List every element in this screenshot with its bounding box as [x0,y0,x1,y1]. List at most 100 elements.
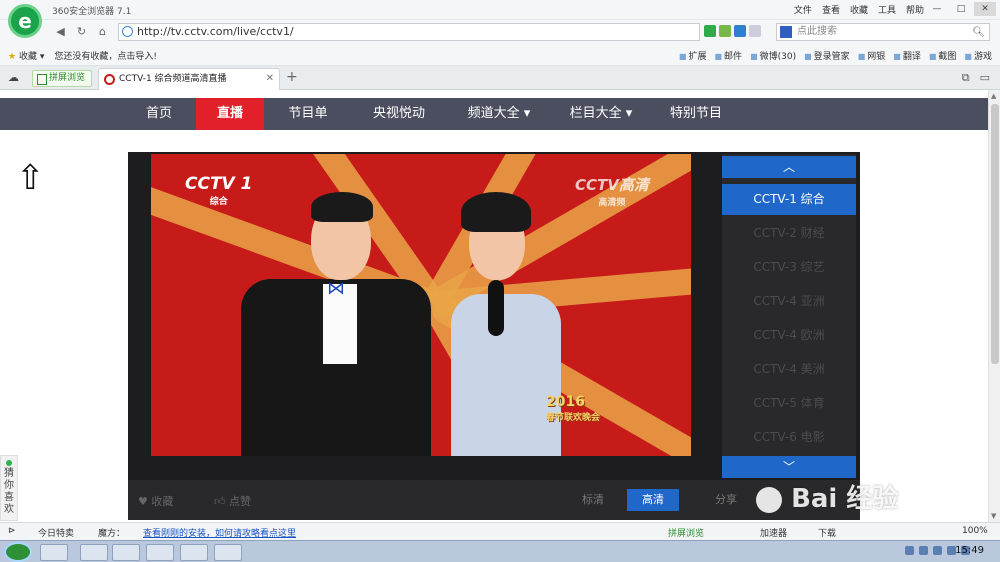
search-engine-icon[interactable] [780,26,792,38]
home-icon[interactable]: ⌂ [94,23,111,40]
nav-channels[interactable]: 频道大全 ▾ [462,98,536,130]
split-screen-button[interactable]: 拼屏浏览 [32,70,92,87]
dropdown-icon[interactable] [749,25,761,37]
nav-yuedong[interactable]: 央视悦动 [366,98,432,130]
tab-cctv1[interactable]: CCTV-1 综合频道高清直播 ✕ [98,68,280,90]
close-tab-icon[interactable]: ✕ [266,69,274,89]
back-icon[interactable]: ◀ [52,23,69,40]
taskbar-app-icon[interactable] [40,544,68,561]
favorite-button[interactable]: ♥ 收藏 [138,493,173,509]
import-bookmarks-hint[interactable]: 您还没有收藏，点击导入! [54,49,157,62]
share-button[interactable]: 分享 [702,489,750,511]
translate-button[interactable]: 翻译 [893,49,921,62]
bookmarks-right: 扩展 邮件 微博(30) 登录管家 网银 翻译 截图 游戏 [679,49,992,62]
cube-link[interactable]: 查看刚刚的安装，如何请攻略看点这里 [143,526,296,539]
like-button[interactable]: 👍︎ 点赞 [214,493,251,509]
scroll-thumb[interactable] [991,104,999,364]
nav-home[interactable]: 首页 [136,98,182,130]
screenshot-button[interactable]: 截图 [929,49,956,62]
online-dot-icon [6,460,12,466]
taskbar-app-icon[interactable] [214,544,242,561]
daily-deals-link[interactable]: 今日特卖 [38,526,74,539]
download-button[interactable]: 下载 [818,526,836,539]
nav-columns[interactable]: 栏目大全 ▾ [564,98,638,130]
start-button[interactable] [4,542,32,562]
cloud-icon[interactable]: ☁ [8,71,19,84]
new-tab-icon[interactable]: + [286,69,298,85]
menu-view[interactable]: 查看 [822,3,840,16]
channel-scroll-down-button[interactable]: ﹀ [722,456,856,478]
tab-title: CCTV-1 综合频道高清直播 [119,74,227,84]
restore-tabs-icon[interactable]: ⧉ [962,71,970,85]
browser-logo-icon[interactable]: e [8,4,42,38]
taskbar-app-icon[interactable] [146,544,174,561]
url-input[interactable]: http://tv.cctv.com/live/cctv1/ [118,23,700,41]
tab-bar: ☁ 拼屏浏览 CCTV-1 综合频道高清直播 ✕ + ⧉ ▭ [0,66,1000,90]
tab-bar-right: ⧉ ▭ [962,71,990,85]
refresh-icon[interactable]: ↻ [73,23,90,40]
weibo-button[interactable]: 微博(30) [750,49,796,62]
accelerator-button[interactable]: 加速器 [760,526,787,539]
nav-specials[interactable]: 特别节目 [664,98,728,130]
baidu-jingyan-watermark: Bai 经验 [756,478,898,515]
title-menu: 文件 查看 收藏 工具 帮助 [794,3,924,16]
nav-live[interactable]: 直播 [196,98,264,130]
nav-schedule[interactable]: 节目单 [282,98,334,130]
extensions-button[interactable]: 扩展 [679,49,706,62]
search-input[interactable]: 点此搜索 🔍︎ [776,23,990,41]
channel-item[interactable]: CCTV-6 电影 [722,422,856,453]
taskbar-app-icon[interactable] [80,544,108,561]
menu-favorites[interactable]: 收藏 [850,3,868,16]
video-frame[interactable]: CCTV 1 综合 CCTV高清 高清频 ⋈ 2016 春节联欢晚会 [151,154,691,456]
channel-item[interactable]: CCTV-3 综艺 [722,252,856,283]
scroll-down-icon[interactable]: ▼ [991,512,996,520]
mail-button[interactable]: 邮件 [714,49,742,62]
maximize-icon[interactable]: □ [950,2,972,16]
taskbar-clock[interactable]: 15:49 [955,545,984,556]
bookmarks-left: ★ 收藏 ▾ 您还没有收藏，点击导入! [8,49,157,62]
search-icon[interactable]: 🔍︎ [972,25,985,41]
close-window-icon[interactable]: ✕ [974,2,996,16]
heart-icon: ♥ [138,495,148,508]
toggle-sidebar-icon[interactable]: ⊳ [8,526,16,536]
channel-item[interactable]: CCTV-2 财经 [722,218,856,249]
login-manager-button[interactable]: 登录管家 [804,49,850,62]
tray-icon[interactable] [905,546,914,555]
taskbar-app-icon[interactable] [180,544,208,561]
url-text: http://tv.cctv.com/live/cctv1/ [137,25,294,38]
channel-item[interactable]: CCTV-5 体育 [722,388,856,419]
ie-mode-icon[interactable] [734,25,746,37]
quality-hd-button[interactable]: 高清 [627,489,679,511]
channel-item[interactable]: CCTV-4 亚洲 [722,286,856,317]
star-icon: ★ [8,52,17,62]
tab-menu-icon[interactable]: ▭ [980,71,990,85]
guess-you-like-widget[interactable]: 猜你喜欢 [0,455,18,521]
split-screen-status[interactable]: 拼屏浏览 [668,526,704,539]
channel-scroll-up-button[interactable]: ︿ [722,156,856,178]
menu-tools[interactable]: 工具 [878,3,896,16]
games-button[interactable]: 游戏 [964,49,992,62]
cctv-hd-logo: CCTV高清 高清频 [575,176,649,208]
baidu-paw-icon [756,486,782,513]
extension-icon[interactable] [719,25,731,37]
browser-statusbar: ⊳ 今日特卖 魔方： 查看刚刚的安装，如何请攻略看点这里 拼屏浏览 加速器 下载… [0,522,1000,540]
channel-item[interactable]: CCTV-4 美洲 [722,354,856,385]
quality-sd-button[interactable]: 标清 [568,489,618,511]
minimize-icon[interactable]: — [926,2,948,16]
menu-help[interactable]: 帮助 [906,3,924,16]
security-icon[interactable] [704,25,716,37]
channel-item[interactable]: CCTV-1 综合 [722,184,856,215]
channel-item[interactable]: CCTV-4 欧洲 [722,320,856,351]
zoom-level[interactable]: 100% [962,526,988,536]
cube-label: 魔方： [98,529,126,539]
vertical-scrollbar[interactable]: ▲ ▼ [988,90,1000,522]
tray-icon[interactable] [919,546,928,555]
scroll-up-icon[interactable]: ▲ [991,92,996,100]
tray-icon[interactable] [933,546,942,555]
address-toolbar: ◀ ↻ ⌂ http://tv.cctv.com/live/cctv1/ 点此搜… [0,20,1000,44]
menu-file[interactable]: 文件 [794,3,812,16]
video-player: CCTV 1 综合 CCTV高清 高清频 ⋈ 2016 春节联欢晚会 ︿ CCT… [128,152,860,520]
bank-button[interactable]: 网银 [858,49,885,62]
favorites-button[interactable]: ★ 收藏 ▾ [8,49,44,62]
taskbar-app-icon[interactable] [112,544,140,561]
